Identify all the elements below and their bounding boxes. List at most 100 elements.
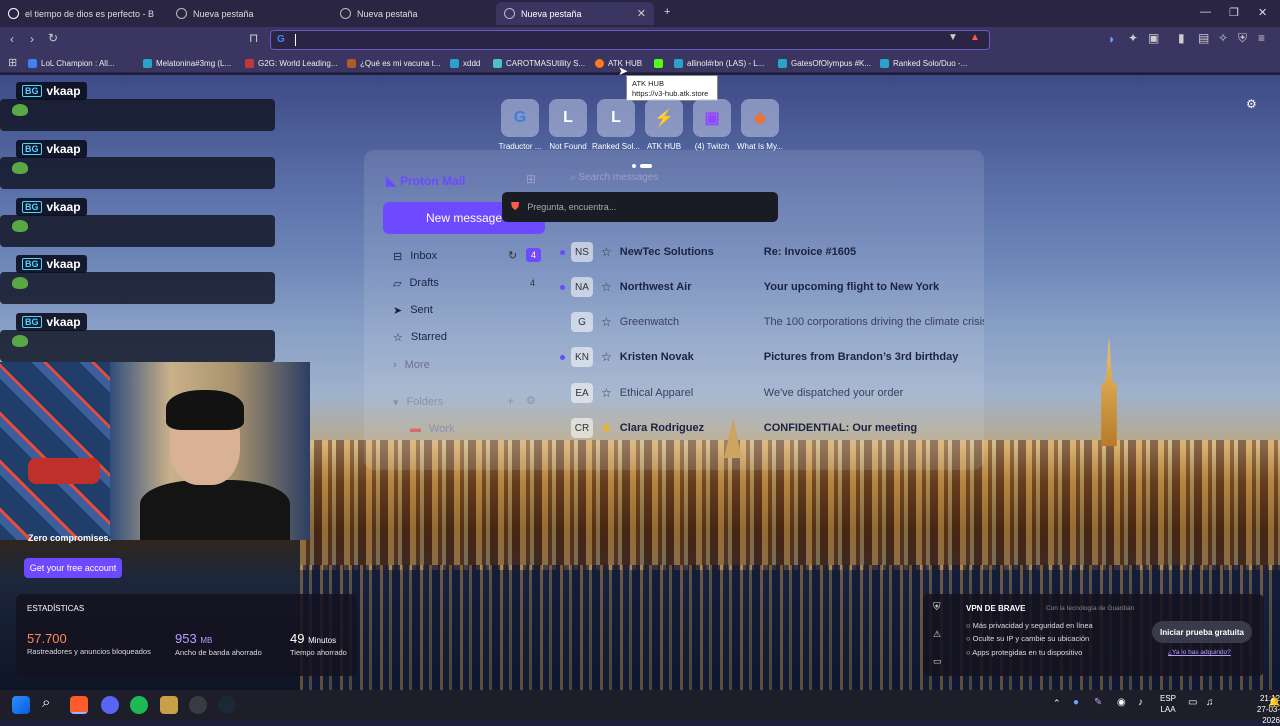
brave-shields-icon[interactable]: ▼ [948, 32, 958, 43]
league-icon[interactable] [160, 696, 178, 714]
tab-title: el tiempo de dios es perfecto - Busca [24, 8, 154, 19]
ask-search-box[interactable]: ⛊ Pregunta, encuentra... [502, 192, 778, 222]
bookmark-item[interactable]: GatesOfOlympus #K... [778, 56, 871, 70]
quick-dial-ranked[interactable]: L [597, 99, 635, 137]
bookmark-icon[interactable]: ⊓ [249, 31, 258, 45]
chevron-down-icon: ▾ [393, 396, 399, 409]
webcam-backdrop [0, 362, 110, 540]
chat-name: vkaap [46, 315, 81, 329]
vpn-start-trial-button[interactable]: Iniciar prueba gratuita [1152, 621, 1252, 643]
extensions-icon[interactable]: ✦ [1128, 31, 1138, 45]
network-icon[interactable]: ▭ [1188, 697, 1197, 708]
quick-dial-twitch[interactable]: ▣ [693, 99, 731, 137]
discord-tray-icon[interactable]: ◉ [1117, 697, 1126, 708]
chat-username: BG vkaap [16, 313, 87, 331]
leo-icon[interactable]: ◗ [1108, 32, 1115, 46]
star-icon: ☆ [601, 350, 612, 364]
settings-gear-icon[interactable]: ⚙ [1246, 97, 1257, 111]
star-icon: ☆ [601, 315, 612, 329]
tooltip-title: ATK HUB [632, 79, 664, 88]
brave-rewards-icon[interactable]: ▲ [970, 32, 980, 43]
bookmark-favicon [450, 58, 459, 68]
spotify-icon[interactable] [130, 696, 148, 714]
bookmark-item[interactable]: ¿Qué es mi vacuna t... [347, 56, 440, 70]
folder-icon: ▬ [410, 423, 421, 435]
tabs-icon[interactable]: ▤ [1198, 31, 1209, 45]
chevron-up-icon[interactable]: ⌃ [1053, 698, 1061, 709]
tab-search[interactable]: el tiempo de dios es perfecto - Busca [0, 2, 162, 25]
quick-dial-atk-hub[interactable]: ⚡ [645, 99, 683, 137]
bookmark-item[interactable]: G2G: World Leading... [245, 56, 337, 70]
steam-tray-icon[interactable]: ● [1073, 697, 1079, 708]
pen-tray-icon[interactable]: ✎ [1094, 697, 1102, 708]
apps-grid-icon[interactable]: ⊞ [8, 56, 17, 69]
bookmark-item[interactable]: xddd [450, 56, 480, 70]
mouse-cursor-icon: ➤ [618, 64, 629, 78]
chat-message: BG vkaap [0, 82, 275, 132]
tab-new-1[interactable]: Nueva pestaña [168, 2, 328, 25]
time-value-wrap: 49 Minutos [290, 631, 336, 646]
tab-new-active[interactable]: Nueva pestaña ✕ [496, 2, 654, 25]
chat-message: BG vkaap [0, 313, 275, 363]
language-indicator[interactable]: ESP LAA [1160, 693, 1176, 715]
menu-icon[interactable]: ≡ [1258, 31, 1265, 45]
reload-icon[interactable]: ↻ [48, 31, 58, 45]
back-icon[interactable]: ‹ [10, 32, 14, 46]
bookmark-item[interactable]: allinol#rbn (LAS) - L... [674, 56, 764, 70]
star-icon: ☆ [601, 386, 612, 400]
google-icon: G [277, 34, 285, 45]
tab-title: Nueva pestaña [193, 8, 254, 19]
maximize-icon[interactable]: ❐ [1229, 6, 1239, 19]
frog-emote-icon [12, 162, 28, 174]
bookmark-item[interactable]: Melatonina#3mg (L... [143, 56, 231, 70]
webcam-person-hair [166, 390, 244, 430]
close-tab-icon[interactable]: ✕ [637, 7, 646, 20]
quick-dial-translator[interactable]: G [501, 99, 539, 137]
nav-folders: ▾ Folders [393, 394, 443, 410]
chat-bubble [0, 215, 275, 247]
windows-start-icon[interactable] [12, 696, 30, 714]
nav-label: Starred [410, 331, 447, 343]
address-bar[interactable]: G [270, 30, 990, 50]
bookmark-label: allinol#rbn (LAS) - L... [687, 58, 765, 68]
notification-icon[interactable]: 🔔 [1268, 697, 1280, 708]
bookmark-favicon [493, 58, 502, 68]
mic-icon[interactable]: ♪ [1138, 697, 1143, 708]
forward-icon[interactable]: › [30, 32, 34, 46]
brave-shield-icon [176, 8, 187, 19]
minimize-icon[interactable]: — [1200, 6, 1211, 18]
frog-emote-icon [12, 335, 28, 347]
bookmark-item[interactable]: Ranked Solo/Duo -... [880, 56, 967, 70]
discord-icon[interactable] [101, 696, 119, 714]
quick-dial-whatismy[interactable]: ◆ [741, 99, 779, 137]
sidebar-icon[interactable]: ▮ [1178, 31, 1185, 45]
nav-label: Drafts [409, 277, 439, 289]
chat-bubble [0, 272, 275, 304]
wallet-icon[interactable]: ▣ [1148, 31, 1159, 45]
vpn-already-link[interactable]: ¿Ya lo has adquirido? [1168, 649, 1231, 656]
new-tab-icon[interactable]: + [664, 6, 670, 18]
chat-badge: BG [22, 201, 42, 213]
chat-name: vkaap [46, 200, 81, 214]
tab-new-2[interactable]: Nueva pestaña [332, 2, 492, 25]
volume-icon[interactable]: ♫ [1206, 697, 1214, 708]
chat-message: BG vkaap [0, 255, 275, 305]
chat-message: BG vkaap [0, 198, 275, 248]
chat-name: vkaap [46, 142, 81, 156]
bandwidth-unit: MB [200, 636, 213, 645]
steam-icon[interactable] [218, 696, 236, 714]
obs-icon[interactable] [189, 696, 207, 714]
bookmark-item[interactable] [654, 56, 663, 70]
vpn-icon[interactable]: ⛨ [1238, 31, 1247, 46]
stats-widget[interactable]: ESTADÍSTICAS 57.700 Rastreadores y anunc… [16, 594, 357, 676]
brave-icon[interactable] [70, 696, 88, 714]
search-icon[interactable]: ⌕ [42, 694, 50, 711]
quick-dial-not-found[interactable]: L [549, 99, 587, 137]
close-window-icon[interactable]: ✕ [1258, 6, 1267, 19]
message-row: NA ☆ Northwest Air Your upcoming flight to … [560, 276, 939, 298]
ai-icon[interactable]: ✧ [1218, 31, 1228, 45]
vpn-shield-icon: ⛨ [933, 602, 941, 613]
bookmark-item[interactable]: CAROTMASUtility S... [493, 56, 585, 70]
bookmark-item[interactable]: LoL Champion : All... [28, 56, 115, 70]
nav-label: Work [429, 423, 455, 435]
